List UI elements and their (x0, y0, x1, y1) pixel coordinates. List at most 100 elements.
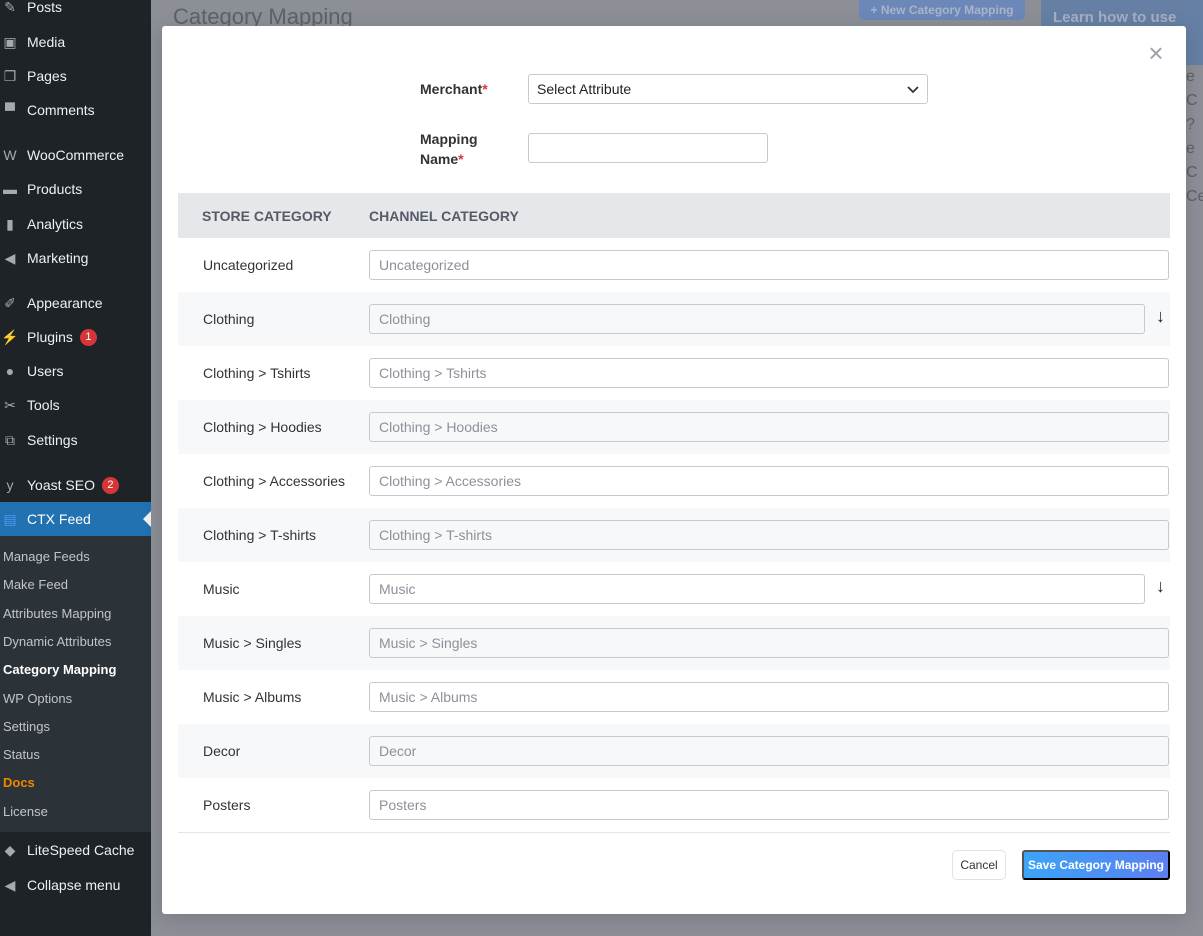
submenu-item-license[interactable]: License (3, 804, 48, 819)
sidebar-item-users[interactable]: ● Users (0, 354, 151, 388)
new-category-mapping-button: + New Category Mapping (859, 0, 1025, 20)
channel-category-input[interactable]: Clothing > Tshirts (369, 358, 1169, 388)
sidebar-item-label: Yoast SEO (27, 477, 95, 493)
comment-icon: ▀ (5, 102, 15, 118)
media-icon: ▣ (3, 33, 17, 50)
sidebar-item-label: Media (27, 34, 66, 50)
update-count-badge: 2 (101, 476, 119, 494)
table-row: Clothing > T-shirts Clothing > T-shirts (178, 508, 1170, 562)
channel-category-input[interactable]: Clothing (369, 304, 1145, 334)
submenu-item-wp-options[interactable]: WP Options (3, 691, 72, 706)
table-row: Music Music ↓ (178, 562, 1170, 616)
sidebar-item-marketing[interactable]: ◀ Marketing (0, 241, 151, 275)
background-fragments: e C? e C Ce (1186, 65, 1203, 205)
channel-category-input[interactable]: Music > Albums (369, 682, 1169, 712)
ctx-feed-submenu: Manage Feeds Make Feed Attributes Mapping D… (0, 536, 151, 832)
channel-category-input[interactable]: Clothing > Hoodies (369, 412, 1169, 442)
channel-category-input[interactable]: Music > Singles (369, 628, 1169, 658)
sidebar-item-tools[interactable]: ✂ Tools (0, 388, 151, 422)
submenu-item-manage-feeds[interactable]: Manage Feeds (3, 549, 90, 564)
submenu-item-make-feed[interactable]: Make Feed (3, 577, 68, 592)
collapse-icon: ◀ (4, 876, 16, 893)
sidebar-item-products[interactable]: ▬ Products (0, 172, 151, 206)
submenu-item-dynamic-attributes[interactable]: Dynamic Attributes (3, 634, 111, 649)
mapping-name-input[interactable] (528, 133, 768, 163)
sidebar-item-label: LiteSpeed Cache (27, 842, 135, 858)
channel-category-input[interactable]: Music (369, 574, 1145, 604)
table-row: Uncategorized Uncategorized (178, 238, 1170, 292)
sidebar-item-analytics[interactable]: ▮ Analytics (0, 207, 151, 241)
submenu-item-docs[interactable]: Docs (3, 775, 35, 790)
channel-category-input[interactable]: Clothing > Accessories (369, 466, 1169, 496)
divider (178, 832, 1170, 833)
megaphone-icon: ◀ (4, 249, 16, 266)
mapping-name-label: Mapping Name* (420, 131, 478, 167)
submenu-item-category-mapping[interactable]: Category Mapping (3, 662, 116, 677)
pin-icon: ✎ (4, 0, 16, 15)
table-row: Music > Albums Music > Albums (178, 670, 1170, 724)
store-category: Clothing > Accessories (203, 473, 346, 489)
sidebar-item-label: WooCommerce (27, 147, 124, 163)
arrow-down-icon[interactable]: ↓ (1156, 306, 1165, 327)
table-row: Music > Singles Music > Singles (178, 616, 1170, 670)
submenu-item-status[interactable]: Status (3, 747, 40, 762)
sidebar-item-label: Analytics (27, 216, 84, 232)
sidebar-item-label: CTX Feed (27, 511, 91, 527)
store-category: Posters (203, 797, 251, 813)
channel-category-input[interactable]: Uncategorized (369, 250, 1169, 280)
sidebar-item-comments[interactable]: ▀ Comments (0, 93, 151, 127)
submenu-item-attributes-mapping[interactable]: Attributes Mapping (3, 606, 111, 621)
sidebar-item-ctx-feed[interactable]: ▤ CTX Feed (0, 502, 151, 536)
channel-category-input[interactable]: Clothing > T-shirts (369, 520, 1169, 550)
arrow-down-icon[interactable]: ↓ (1156, 576, 1165, 597)
document-icon: ▤ (3, 510, 17, 527)
sidebar-item-woocommerce[interactable]: W WooCommerce (0, 138, 151, 172)
sidebar-item-label: Collapse menu (27, 877, 121, 893)
store-category: Music (203, 581, 240, 597)
channel-category-header: CHANNEL CATEGORY (369, 208, 519, 224)
category-mapping-modal: × Merchant* Select Attribute Mapping Name… (162, 26, 1186, 914)
store-category: Music > Singles (203, 635, 302, 651)
sidebar-item-label: Posts (27, 0, 63, 15)
save-category-mapping-button[interactable]: Save Category Mapping (1022, 850, 1170, 880)
sidebar-item-settings[interactable]: ⧉ Settings (0, 423, 151, 457)
diamond-icon: ◆ (4, 841, 16, 858)
sidebar-item-label: Appearance (27, 295, 103, 311)
woo-icon: W (3, 147, 17, 163)
sidebar-item-posts[interactable]: ✎ Posts (0, 0, 151, 24)
store-category-header: STORE CATEGORY (202, 208, 332, 224)
sidebar-item-label: Tools (27, 397, 60, 413)
sidebar-item-media[interactable]: ▣ Media (0, 25, 151, 59)
update-count-badge: 1 (79, 328, 97, 346)
store-category: Clothing > Tshirts (203, 365, 311, 381)
table-header: STORE CATEGORY CHANNEL CATEGORY (178, 193, 1170, 238)
merchant-select[interactable]: Select Attribute (528, 74, 928, 104)
sidebar-item-label: Users (27, 363, 64, 379)
submenu-item-settings[interactable]: Settings (3, 719, 50, 734)
store-category: Music > Albums (203, 689, 302, 705)
sidebar-item-pages[interactable]: ❐ Pages (0, 59, 151, 93)
sidebar-item-label: Pages (27, 68, 67, 84)
store-category: Decor (203, 743, 241, 759)
close-icon[interactable]: × (1144, 40, 1168, 66)
table-row: Clothing > Hoodies Clothing > Hoodies (178, 400, 1170, 454)
sidebar-item-litespeed-cache[interactable]: ◆ LiteSpeed Cache (0, 833, 151, 867)
background-text-fragment: e C (1186, 140, 1198, 181)
sidebar-item-label: Settings (27, 432, 78, 448)
sidebar-item-label: Marketing (27, 250, 89, 266)
sidebar-item-label: Plugins (27, 329, 73, 345)
sidebar-item-yoast-seo[interactable]: y Yoast SEO 2 (0, 468, 151, 502)
settings-icon: ⧉ (5, 431, 15, 448)
sidebar-item-label: Comments (27, 102, 95, 118)
channel-category-input[interactable]: Posters (369, 790, 1169, 820)
cancel-button[interactable]: Cancel (952, 850, 1006, 880)
archive-icon: ▬ (3, 181, 17, 197)
store-category: Clothing (203, 311, 255, 327)
sidebar-item-collapse-menu[interactable]: ◀ Collapse menu (0, 868, 151, 902)
sidebar-item-label: Products (27, 181, 83, 197)
brush-icon: ✐ (4, 294, 16, 311)
sidebar-item-plugins[interactable]: ⚡ Plugins 1 (0, 320, 151, 354)
sidebar-item-appearance[interactable]: ✐ Appearance (0, 286, 151, 320)
channel-category-input[interactable]: Decor (369, 736, 1169, 766)
background-text-fragment: ? (1186, 116, 1195, 133)
